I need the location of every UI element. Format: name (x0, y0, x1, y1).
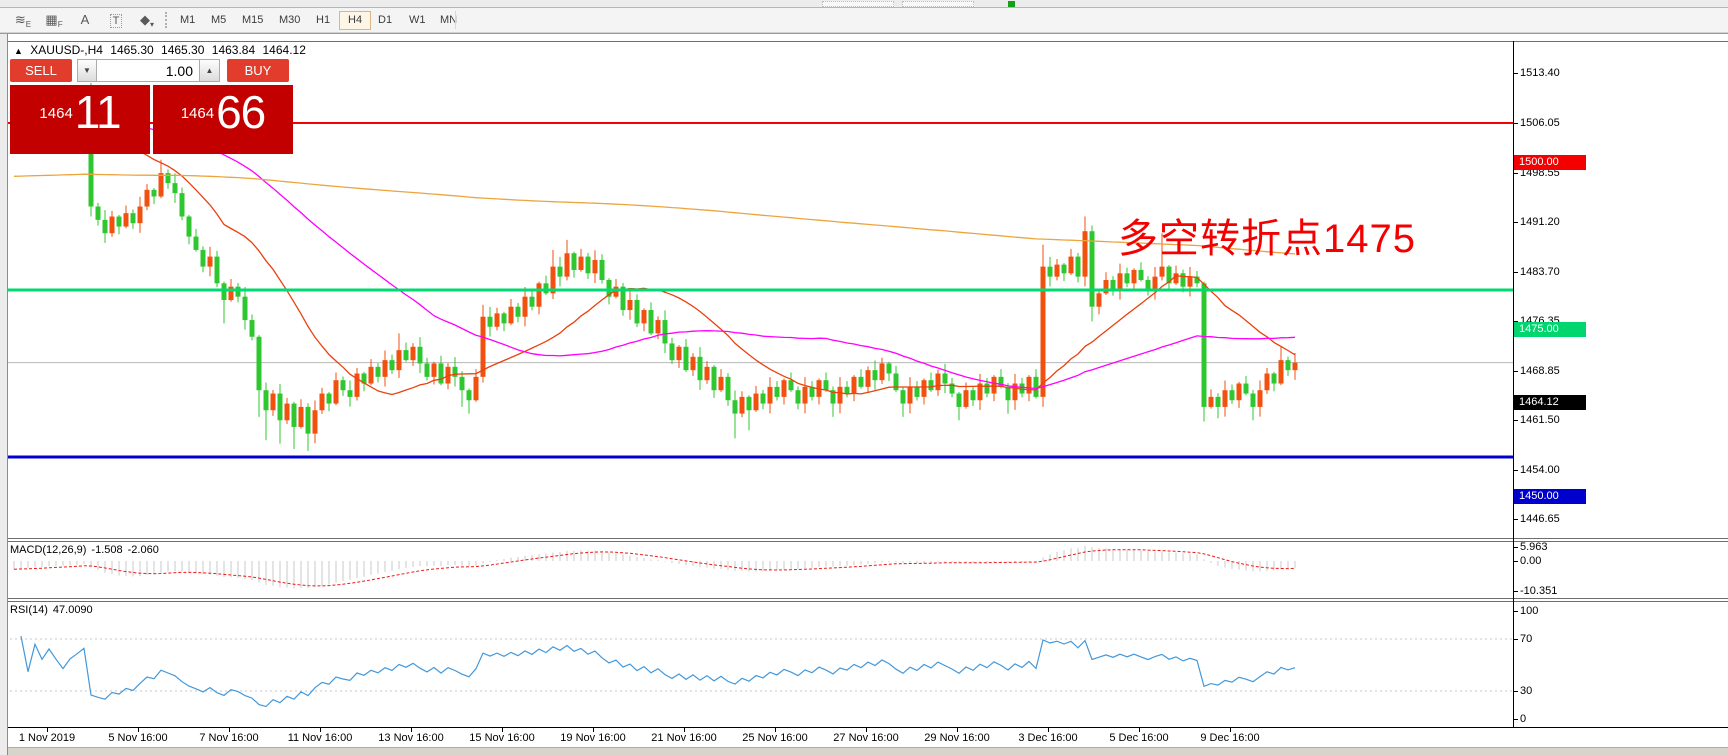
symbol-label: XAUUSD-,H4 (30, 43, 103, 57)
macd-axis-tick: 0.00 (1520, 554, 1541, 568)
date-label: 7 Nov 16:00 (199, 732, 258, 744)
date-label: 3 Dec 16:00 (1018, 732, 1077, 744)
ghost-box (822, 1, 894, 7)
chart-annotation-text: 多空转折点1475 (1118, 206, 1416, 264)
price-tag-1500.00: 1500.00 (1514, 155, 1586, 170)
macd-label: MACD(12,26,9) -1.508 -2.060 (10, 544, 164, 556)
timeframe-button-M30[interactable]: M30 (271, 11, 308, 30)
expert-advisor-icon[interactable]: ≋E (10, 10, 36, 30)
timeframe-button-D1[interactable]: D1 (370, 11, 400, 30)
price-axis-tick: 1513.40 (1520, 66, 1560, 80)
macd-axis-tick: -10.351 (1520, 584, 1557, 598)
rsi-axis-tick: 30 (1520, 684, 1532, 698)
price-axis-tick: 1454.00 (1520, 463, 1560, 477)
date-label: 11 Nov 16:00 (288, 732, 353, 744)
price-axis-tick: 1446.65 (1520, 512, 1560, 526)
date-label: 21 Nov 16:00 (651, 732, 716, 744)
macd-histogram (14, 546, 1295, 588)
text-box-icon[interactable]: T (103, 10, 129, 30)
rsi-line (21, 636, 1295, 706)
bid-quote-tile[interactable]: 146411 (10, 85, 150, 154)
slow-ma (14, 174, 1295, 254)
ghost-box (902, 1, 974, 7)
text-label-icon[interactable]: A (72, 10, 98, 30)
price-tag-1464.12: 1464.12 (1514, 395, 1586, 410)
rsi-value: 47.0090 (53, 604, 93, 616)
rsi-plot[interactable] (0, 602, 1513, 727)
chart-toolbar: ≋E▦FAT◆▾ M1M5M15M30H1H4D1W1MN (0, 8, 1728, 33)
macd-name: MACD(12,26,9) (10, 544, 86, 556)
direction-icon: ▲ (14, 46, 23, 56)
status-green-icon (1008, 1, 1015, 7)
timeframe-button-W1[interactable]: W1 (401, 11, 434, 30)
timeframe-button-MN[interactable]: MN (432, 11, 465, 30)
chart-window: 1513.401506.051498.551491.201483.701476.… (0, 33, 1728, 754)
date-label: 9 Dec 16:00 (1200, 732, 1259, 744)
volume-increase-button[interactable]: ▲ (200, 59, 220, 82)
rsi-label: RSI(14) 47.0090 (10, 604, 98, 616)
high-value: 1465.30 (161, 43, 204, 57)
timeframe-button-M5[interactable]: M5 (203, 11, 234, 30)
indicator-icon[interactable]: ▦F (41, 10, 67, 30)
low-value: 1463.84 (212, 43, 255, 57)
rsi-name: RSI(14) (10, 604, 48, 616)
toolbar-drag-handle[interactable] (165, 12, 168, 28)
cropped-upper-toolbar (0, 0, 1728, 8)
macd-plot[interactable] (0, 542, 1513, 598)
date-label: 13 Nov 16:00 (378, 732, 443, 744)
price-axis-tick: 1468.85 (1520, 364, 1560, 378)
buy-button[interactable]: BUY (227, 59, 289, 82)
ask-main: 1464 (181, 105, 214, 122)
date-label: 25 Nov 16:00 (742, 732, 807, 744)
date-label: 27 Nov 16:00 (833, 732, 898, 744)
ask-pips: 66 (216, 86, 265, 138)
timeframe-button-M1[interactable]: M1 (172, 11, 203, 30)
price-tag-1450.00: 1450.00 (1514, 489, 1586, 504)
sell-button[interactable]: SELL (10, 59, 72, 82)
price-axis-tick: 1483.70 (1520, 265, 1560, 279)
date-label: 29 Nov 16:00 (924, 732, 989, 744)
volume-decrease-button[interactable]: ▼ (77, 59, 97, 82)
date-label: 5 Nov 16:00 (108, 732, 167, 744)
bid-main: 1464 (39, 105, 72, 122)
rsi-axis-tick: 0 (1520, 712, 1526, 726)
open-value: 1465.30 (110, 43, 153, 57)
date-label: 5 Dec 16:00 (1109, 732, 1168, 744)
window-left-frame (0, 34, 8, 755)
toolbar-separator (455, 11, 456, 29)
macd-axis-tick: 5.963 (1520, 540, 1548, 554)
bid-pips: 11 (75, 86, 121, 138)
price-axis-tick: 1506.05 (1520, 116, 1560, 130)
timeframe-button-H4[interactable]: H4 (339, 11, 371, 30)
timeframe-button-H1[interactable]: H1 (308, 11, 338, 30)
price-tag-1475.00: 1475.00 (1514, 322, 1586, 337)
date-label: 15 Nov 16:00 (469, 732, 534, 744)
rsi-axis-tick: 70 (1520, 632, 1532, 646)
cursor-tool-icon[interactable]: ◆▾ (134, 10, 160, 30)
price-axis-tick: 1491.20 (1520, 215, 1560, 229)
date-axis: 1 Nov 2019 5 Nov 16:00 7 Nov 16:00 11 Nov 1… (0, 727, 1728, 748)
date-label: 19 Nov 16:00 (560, 732, 625, 744)
date-label: 1 Nov 2019 (19, 732, 75, 744)
macd-signal-value: -2.060 (128, 544, 159, 556)
timeframe-button-M15[interactable]: M15 (234, 11, 271, 30)
macd-signal-line (14, 550, 1295, 586)
ask-quote-tile[interactable]: 146466 (153, 85, 293, 154)
chart-ohlc-header: ▲ XAUUSD-,H4 1465.30 1465.30 1463.84 146… (14, 43, 310, 57)
macd-main-value: -1.508 (91, 544, 122, 556)
price-axis-tick: 1461.50 (1520, 413, 1560, 427)
volume-input[interactable] (97, 59, 200, 82)
rsi-axis-tick: 100 (1520, 604, 1538, 618)
close-value: 1464.12 (263, 43, 306, 57)
